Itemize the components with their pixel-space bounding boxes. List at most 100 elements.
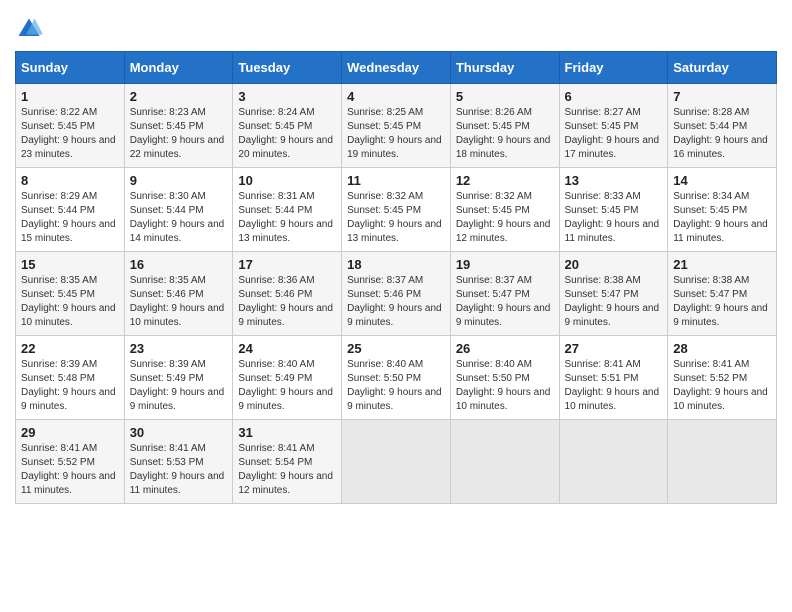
day-number: 21 (673, 257, 771, 272)
day-cell: 19 Sunrise: 8:37 AM Sunset: 5:47 PM Dayli… (450, 252, 559, 336)
day-info: Sunrise: 8:23 AM Sunset: 5:45 PM Dayligh… (130, 106, 228, 162)
day-cell (342, 420, 451, 504)
day-info: Sunrise: 8:39 AM Sunset: 5:49 PM Dayligh… (130, 358, 228, 414)
day-cell (668, 420, 777, 504)
day-cell: 3 Sunrise: 8:24 AM Sunset: 5:45 PM Daylig… (233, 84, 342, 168)
day-number: 28 (673, 341, 771, 356)
day-number: 8 (21, 173, 119, 188)
day-info: Sunrise: 8:22 AM Sunset: 5:45 PM Dayligh… (21, 106, 119, 162)
day-number: 9 (130, 173, 228, 188)
logo-icon (15, 15, 43, 43)
day-cell: 15 Sunrise: 8:35 AM Sunset: 5:45 PM Dayli… (16, 252, 125, 336)
day-number: 4 (347, 89, 445, 104)
day-info: Sunrise: 8:32 AM Sunset: 5:45 PM Dayligh… (456, 190, 554, 246)
day-number: 24 (238, 341, 336, 356)
day-number: 22 (21, 341, 119, 356)
day-number: 16 (130, 257, 228, 272)
header-wednesday: Wednesday (342, 52, 451, 84)
day-number: 27 (565, 341, 663, 356)
day-number: 26 (456, 341, 554, 356)
day-number: 23 (130, 341, 228, 356)
day-info: Sunrise: 8:38 AM Sunset: 5:47 PM Dayligh… (565, 274, 663, 330)
header-thursday: Thursday (450, 52, 559, 84)
day-cell: 16 Sunrise: 8:35 AM Sunset: 5:46 PM Dayli… (124, 252, 233, 336)
day-info: Sunrise: 8:38 AM Sunset: 5:47 PM Dayligh… (673, 274, 771, 330)
day-number: 30 (130, 425, 228, 440)
week-row-1: 1 Sunrise: 8:22 AM Sunset: 5:45 PM Daylig… (16, 84, 777, 168)
day-info: Sunrise: 8:37 AM Sunset: 5:47 PM Dayligh… (456, 274, 554, 330)
day-cell: 27 Sunrise: 8:41 AM Sunset: 5:51 PM Dayli… (559, 336, 668, 420)
day-cell: 24 Sunrise: 8:40 AM Sunset: 5:49 PM Dayli… (233, 336, 342, 420)
day-info: Sunrise: 8:35 AM Sunset: 5:45 PM Dayligh… (21, 274, 119, 330)
day-cell: 28 Sunrise: 8:41 AM Sunset: 5:52 PM Dayli… (668, 336, 777, 420)
day-cell: 20Sunrise: 8:38 AM Sunset: 5:47 PM Dayli… (559, 252, 668, 336)
day-info: Sunrise: 8:39 AM Sunset: 5:48 PM Dayligh… (21, 358, 119, 414)
day-cell: 4 Sunrise: 8:25 AM Sunset: 5:45 PM Daylig… (342, 84, 451, 168)
day-number: 13 (565, 173, 663, 188)
day-number: 14 (673, 173, 771, 188)
day-number: 17 (238, 257, 336, 272)
day-info: Sunrise: 8:33 AM Sunset: 5:45 PM Dayligh… (565, 190, 663, 246)
header-monday: Monday (124, 52, 233, 84)
week-row-3: 15 Sunrise: 8:35 AM Sunset: 5:45 PM Dayli… (16, 252, 777, 336)
day-number: 29 (21, 425, 119, 440)
day-info: Sunrise: 8:24 AM Sunset: 5:45 PM Dayligh… (238, 106, 336, 162)
day-cell: 6 Sunrise: 8:27 AM Sunset: 5:45 PM Daylig… (559, 84, 668, 168)
day-info: Sunrise: 8:41 AM Sunset: 5:51 PM Dayligh… (565, 358, 663, 414)
day-cell: 17Sunrise: 8:36 AM Sunset: 5:46 PM Dayli… (233, 252, 342, 336)
day-cell: 30 Sunrise: 8:41 AM Sunset: 5:53 PM Dayli… (124, 420, 233, 504)
day-info: Sunrise: 8:37 AM Sunset: 5:46 PM Dayligh… (347, 274, 445, 330)
day-number: 5 (456, 89, 554, 104)
day-number: 2 (130, 89, 228, 104)
day-info: Sunrise: 8:27 AM Sunset: 5:45 PM Dayligh… (565, 106, 663, 162)
day-cell: 18 Sunrise: 8:37 AM Sunset: 5:46 PM Dayli… (342, 252, 451, 336)
day-number: 10 (238, 173, 336, 188)
day-number: 15 (21, 257, 119, 272)
day-number: 7 (673, 89, 771, 104)
day-info: Sunrise: 8:29 AM Sunset: 5:44 PM Dayligh… (21, 190, 119, 246)
day-info: Sunrise: 8:31 AM Sunset: 5:44 PM Dayligh… (238, 190, 336, 246)
day-number: 18 (347, 257, 445, 272)
day-info: Sunrise: 8:35 AM Sunset: 5:46 PM Dayligh… (130, 274, 228, 330)
page-header (15, 15, 777, 43)
day-number: 19 (456, 257, 554, 272)
day-cell: 13 Sunrise: 8:33 AM Sunset: 5:45 PM Dayli… (559, 168, 668, 252)
day-number: 6 (565, 89, 663, 104)
day-cell: 29 Sunrise: 8:41 AM Sunset: 5:52 PM Dayli… (16, 420, 125, 504)
header-friday: Friday (559, 52, 668, 84)
day-info: Sunrise: 8:28 AM Sunset: 5:44 PM Dayligh… (673, 106, 771, 162)
logo (15, 15, 47, 43)
day-cell: 22 Sunrise: 8:39 AM Sunset: 5:48 PM Dayli… (16, 336, 125, 420)
day-info: Sunrise: 8:25 AM Sunset: 5:45 PM Dayligh… (347, 106, 445, 162)
day-number: 12 (456, 173, 554, 188)
day-number: 3 (238, 89, 336, 104)
header-sunday: Sunday (16, 52, 125, 84)
day-info: Sunrise: 8:40 AM Sunset: 5:49 PM Dayligh… (238, 358, 336, 414)
header-row: SundayMondayTuesdayWednesdayThursdayFrid… (16, 52, 777, 84)
day-cell: 2 Sunrise: 8:23 AM Sunset: 5:45 PM Daylig… (124, 84, 233, 168)
week-row-2: 8 Sunrise: 8:29 AM Sunset: 5:44 PM Daylig… (16, 168, 777, 252)
day-cell: 11Sunrise: 8:32 AM Sunset: 5:45 PM Dayli… (342, 168, 451, 252)
day-cell: 1 Sunrise: 8:22 AM Sunset: 5:45 PM Daylig… (16, 84, 125, 168)
day-info: Sunrise: 8:26 AM Sunset: 5:45 PM Dayligh… (456, 106, 554, 162)
day-info: Sunrise: 8:41 AM Sunset: 5:52 PM Dayligh… (21, 442, 119, 498)
calendar-table: SundayMondayTuesdayWednesdayThursdayFrid… (15, 51, 777, 504)
day-cell: 9Sunrise: 8:30 AM Sunset: 5:44 PM Daylig… (124, 168, 233, 252)
day-info: Sunrise: 8:41 AM Sunset: 5:52 PM Dayligh… (673, 358, 771, 414)
header-tuesday: Tuesday (233, 52, 342, 84)
day-cell: 5 Sunrise: 8:26 AM Sunset: 5:45 PM Daylig… (450, 84, 559, 168)
day-cell: 26 Sunrise: 8:40 AM Sunset: 5:50 PM Dayli… (450, 336, 559, 420)
day-number: 1 (21, 89, 119, 104)
day-cell: 8 Sunrise: 8:29 AM Sunset: 5:44 PM Daylig… (16, 168, 125, 252)
day-info: Sunrise: 8:34 AM Sunset: 5:45 PM Dayligh… (673, 190, 771, 246)
header-saturday: Saturday (668, 52, 777, 84)
day-cell: 31Sunrise: 8:41 AM Sunset: 5:54 PM Dayli… (233, 420, 342, 504)
day-info: Sunrise: 8:41 AM Sunset: 5:53 PM Dayligh… (130, 442, 228, 498)
day-number: 25 (347, 341, 445, 356)
day-info: Sunrise: 8:40 AM Sunset: 5:50 PM Dayligh… (456, 358, 554, 414)
day-info: Sunrise: 8:32 AM Sunset: 5:45 PM Dayligh… (347, 190, 445, 246)
day-cell: 25 Sunrise: 8:40 AM Sunset: 5:50 PM Dayli… (342, 336, 451, 420)
day-cell (450, 420, 559, 504)
day-cell: 14 Sunrise: 8:34 AM Sunset: 5:45 PM Dayli… (668, 168, 777, 252)
day-info: Sunrise: 8:40 AM Sunset: 5:50 PM Dayligh… (347, 358, 445, 414)
